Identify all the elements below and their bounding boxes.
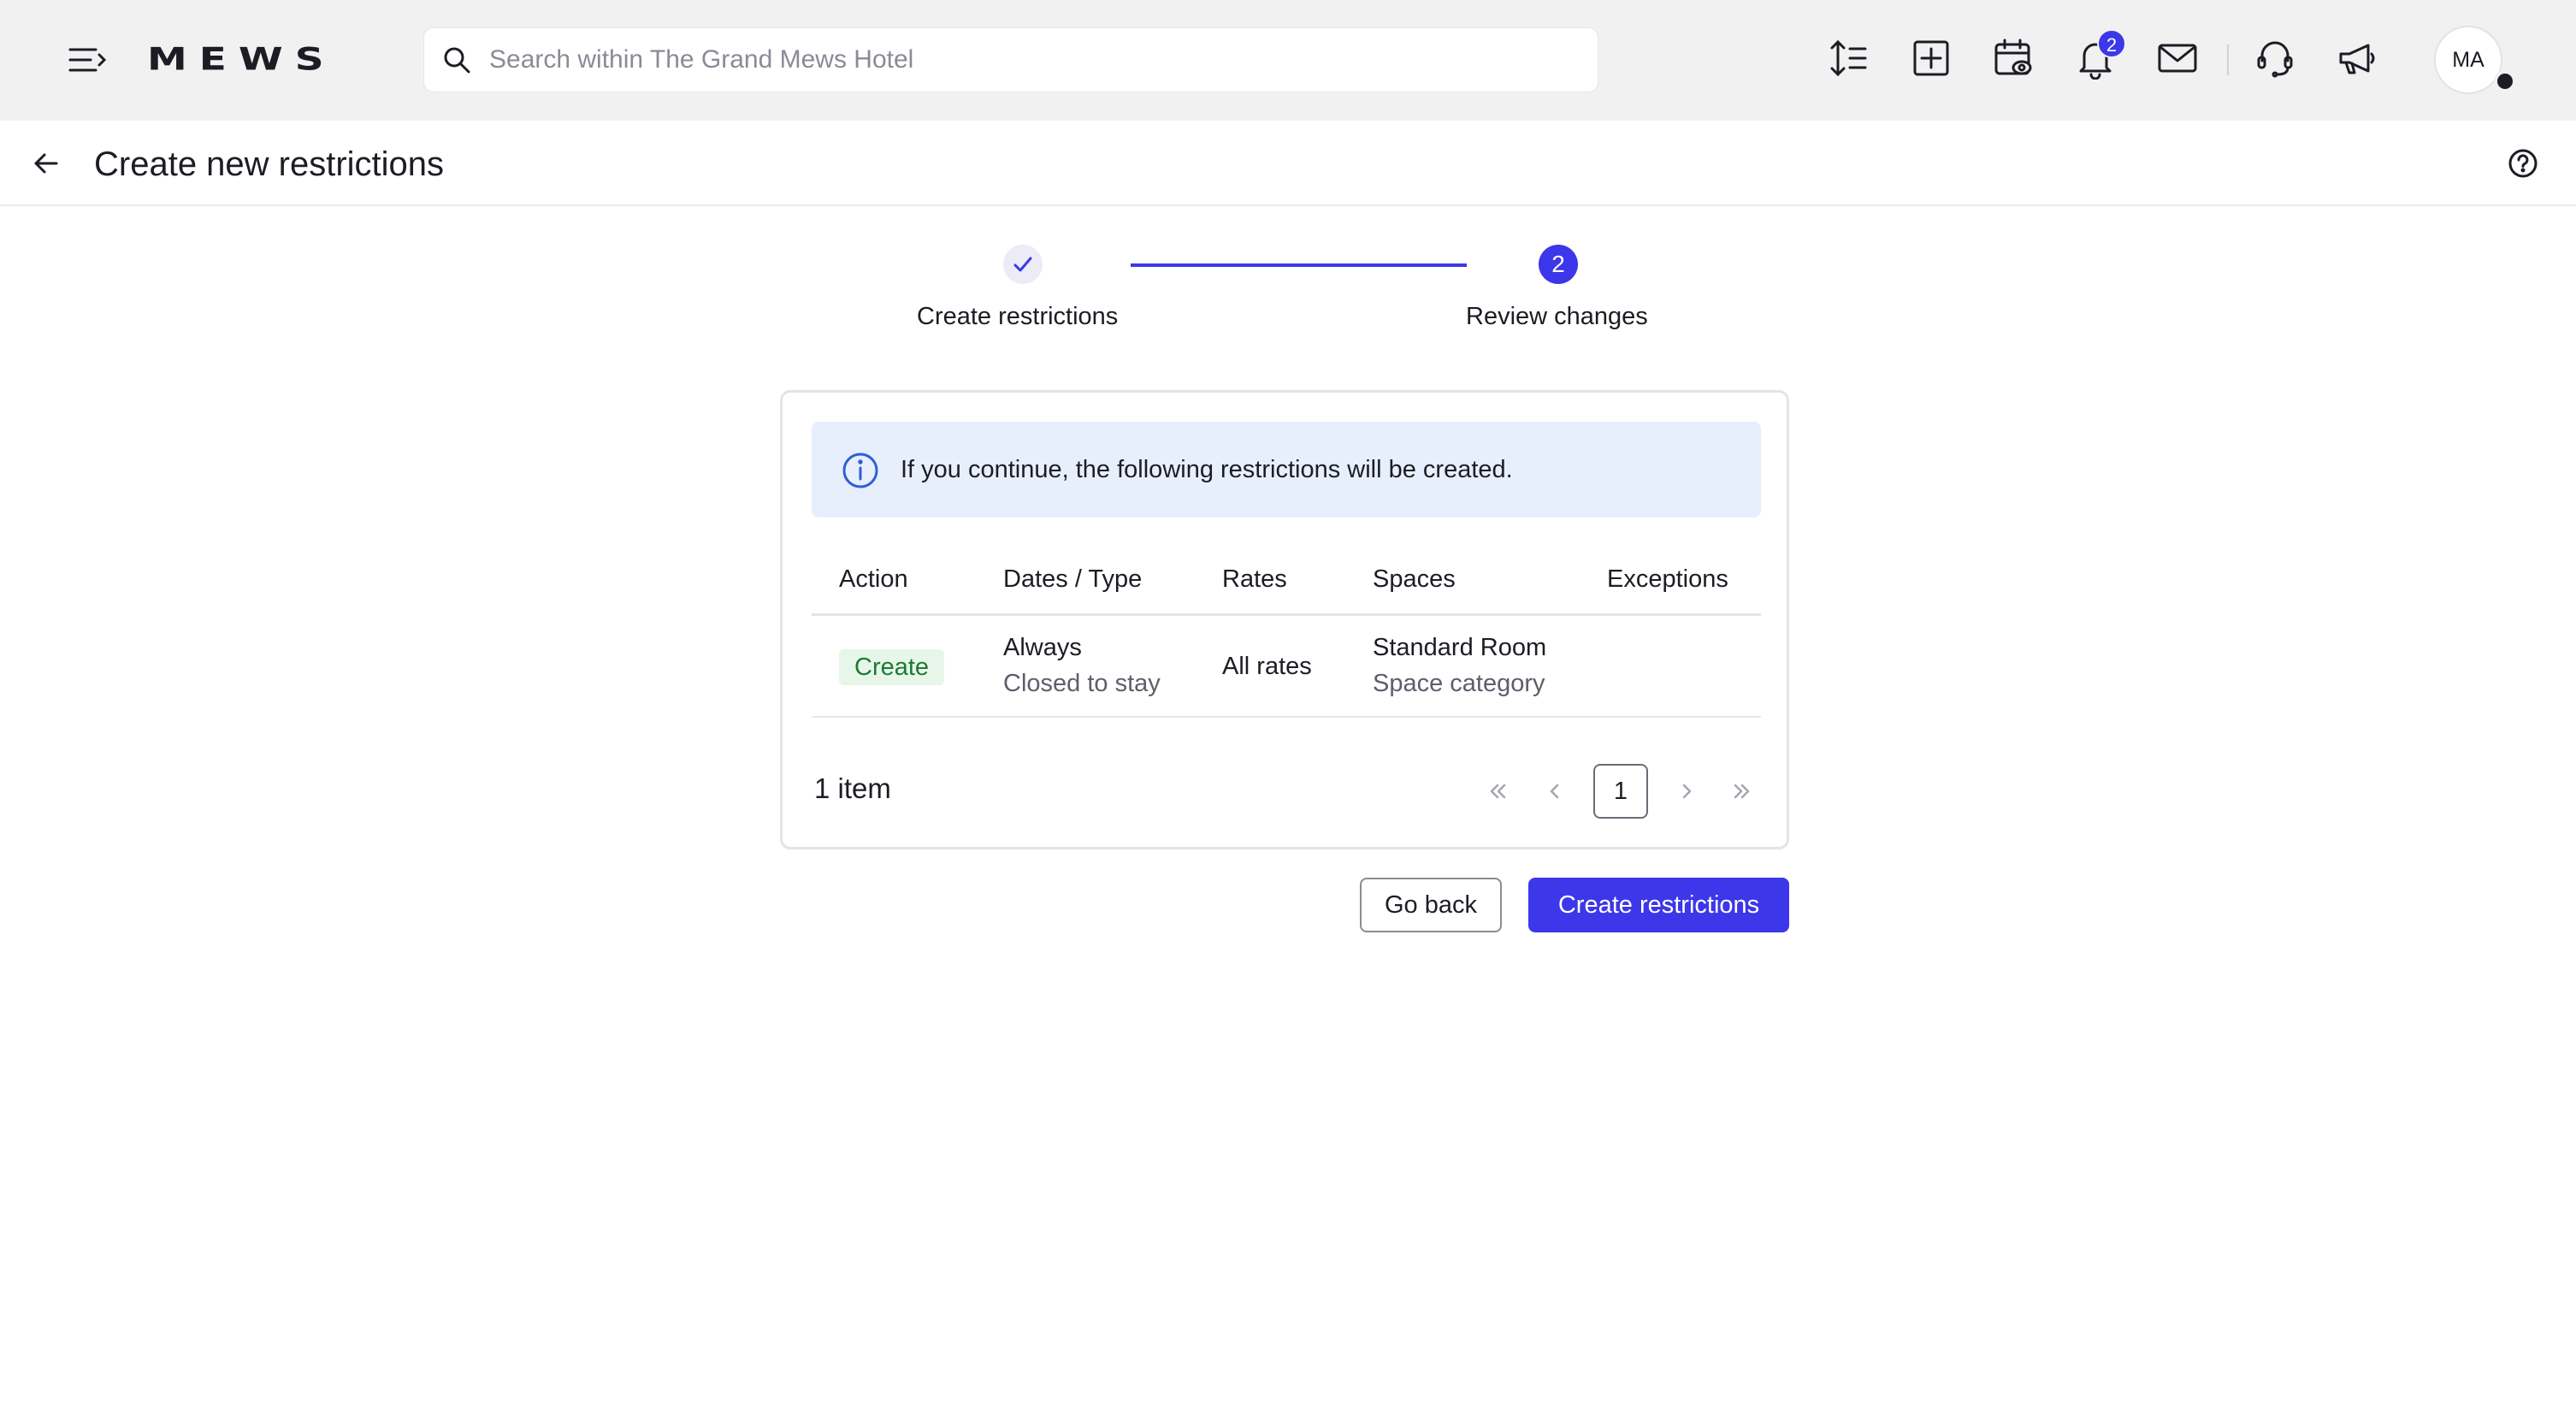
action-tag: Create	[839, 649, 945, 685]
create-restrictions-button[interactable]: Create restrictions	[1528, 878, 1789, 932]
first-page-icon[interactable]	[1479, 766, 1518, 817]
page-title: Create new restrictions	[94, 145, 445, 183]
megaphone-icon[interactable]	[2333, 34, 2381, 82]
cell-type: Closed to stay	[1003, 670, 1161, 697]
stepper-connector	[1131, 263, 1467, 267]
column-header-spaces: Spaces	[1373, 565, 1456, 593]
last-page-icon[interactable]	[1722, 766, 1761, 817]
notification-badge: 2	[2097, 29, 2126, 58]
check-icon	[1013, 257, 1032, 272]
info-message: If you continue, the following restricti…	[901, 456, 1513, 483]
column-header-exceptions: Exceptions	[1607, 565, 1728, 593]
menu-icon[interactable]	[67, 43, 108, 77]
info-banner: If you continue, the following restricti…	[812, 422, 1761, 518]
cell-space-type: Space category	[1373, 670, 1545, 697]
toolbar-divider	[2227, 44, 2229, 75]
table-row-divider	[812, 716, 1761, 718]
review-card: If you continue, the following restricti…	[780, 390, 1789, 849]
search-icon	[444, 47, 470, 74]
mail-icon[interactable]	[2154, 34, 2201, 82]
support-headset-icon[interactable]	[2251, 34, 2299, 82]
cell-space: Standard Room	[1373, 634, 1547, 661]
step-completed-indicator	[1003, 245, 1043, 284]
previous-page-icon[interactable]	[1535, 766, 1575, 817]
info-icon	[842, 453, 878, 488]
status-indicator	[2494, 70, 2516, 92]
step-current-indicator: 2	[1539, 245, 1578, 284]
step-label-review: Review changes	[1466, 303, 1648, 330]
help-icon[interactable]	[2506, 146, 2540, 180]
line-spacing-icon[interactable]	[1825, 34, 1873, 82]
cell-dates: Always	[1003, 634, 1082, 661]
item-count: 1 item	[814, 772, 891, 804]
search-bar[interactable]	[423, 27, 1598, 92]
current-page-button[interactable]: 1	[1593, 764, 1648, 819]
column-header-action: Action	[839, 565, 908, 593]
page-header: Create new restrictions	[0, 121, 2576, 206]
back-arrow-icon[interactable]	[27, 145, 65, 182]
column-header-rates: Rates	[1222, 565, 1287, 593]
search-input[interactable]	[489, 45, 1558, 74]
next-page-icon[interactable]	[1667, 766, 1706, 817]
mews-logo[interactable]: MEWS	[147, 42, 336, 78]
step-label-create: Create restrictions	[917, 303, 1119, 330]
cell-rates: All rates	[1222, 653, 1312, 680]
go-back-button[interactable]: Go back	[1360, 878, 1502, 932]
avatar[interactable]: MA	[2434, 26, 2502, 94]
add-square-icon[interactable]	[1907, 34, 1955, 82]
top-bar: MEWS Search within The Grand Mews Hotel …	[0, 0, 2576, 121]
table-header-divider	[812, 613, 1761, 616]
calendar-view-icon[interactable]	[1989, 34, 2037, 82]
column-header-dates: Dates / Type	[1003, 565, 1143, 593]
